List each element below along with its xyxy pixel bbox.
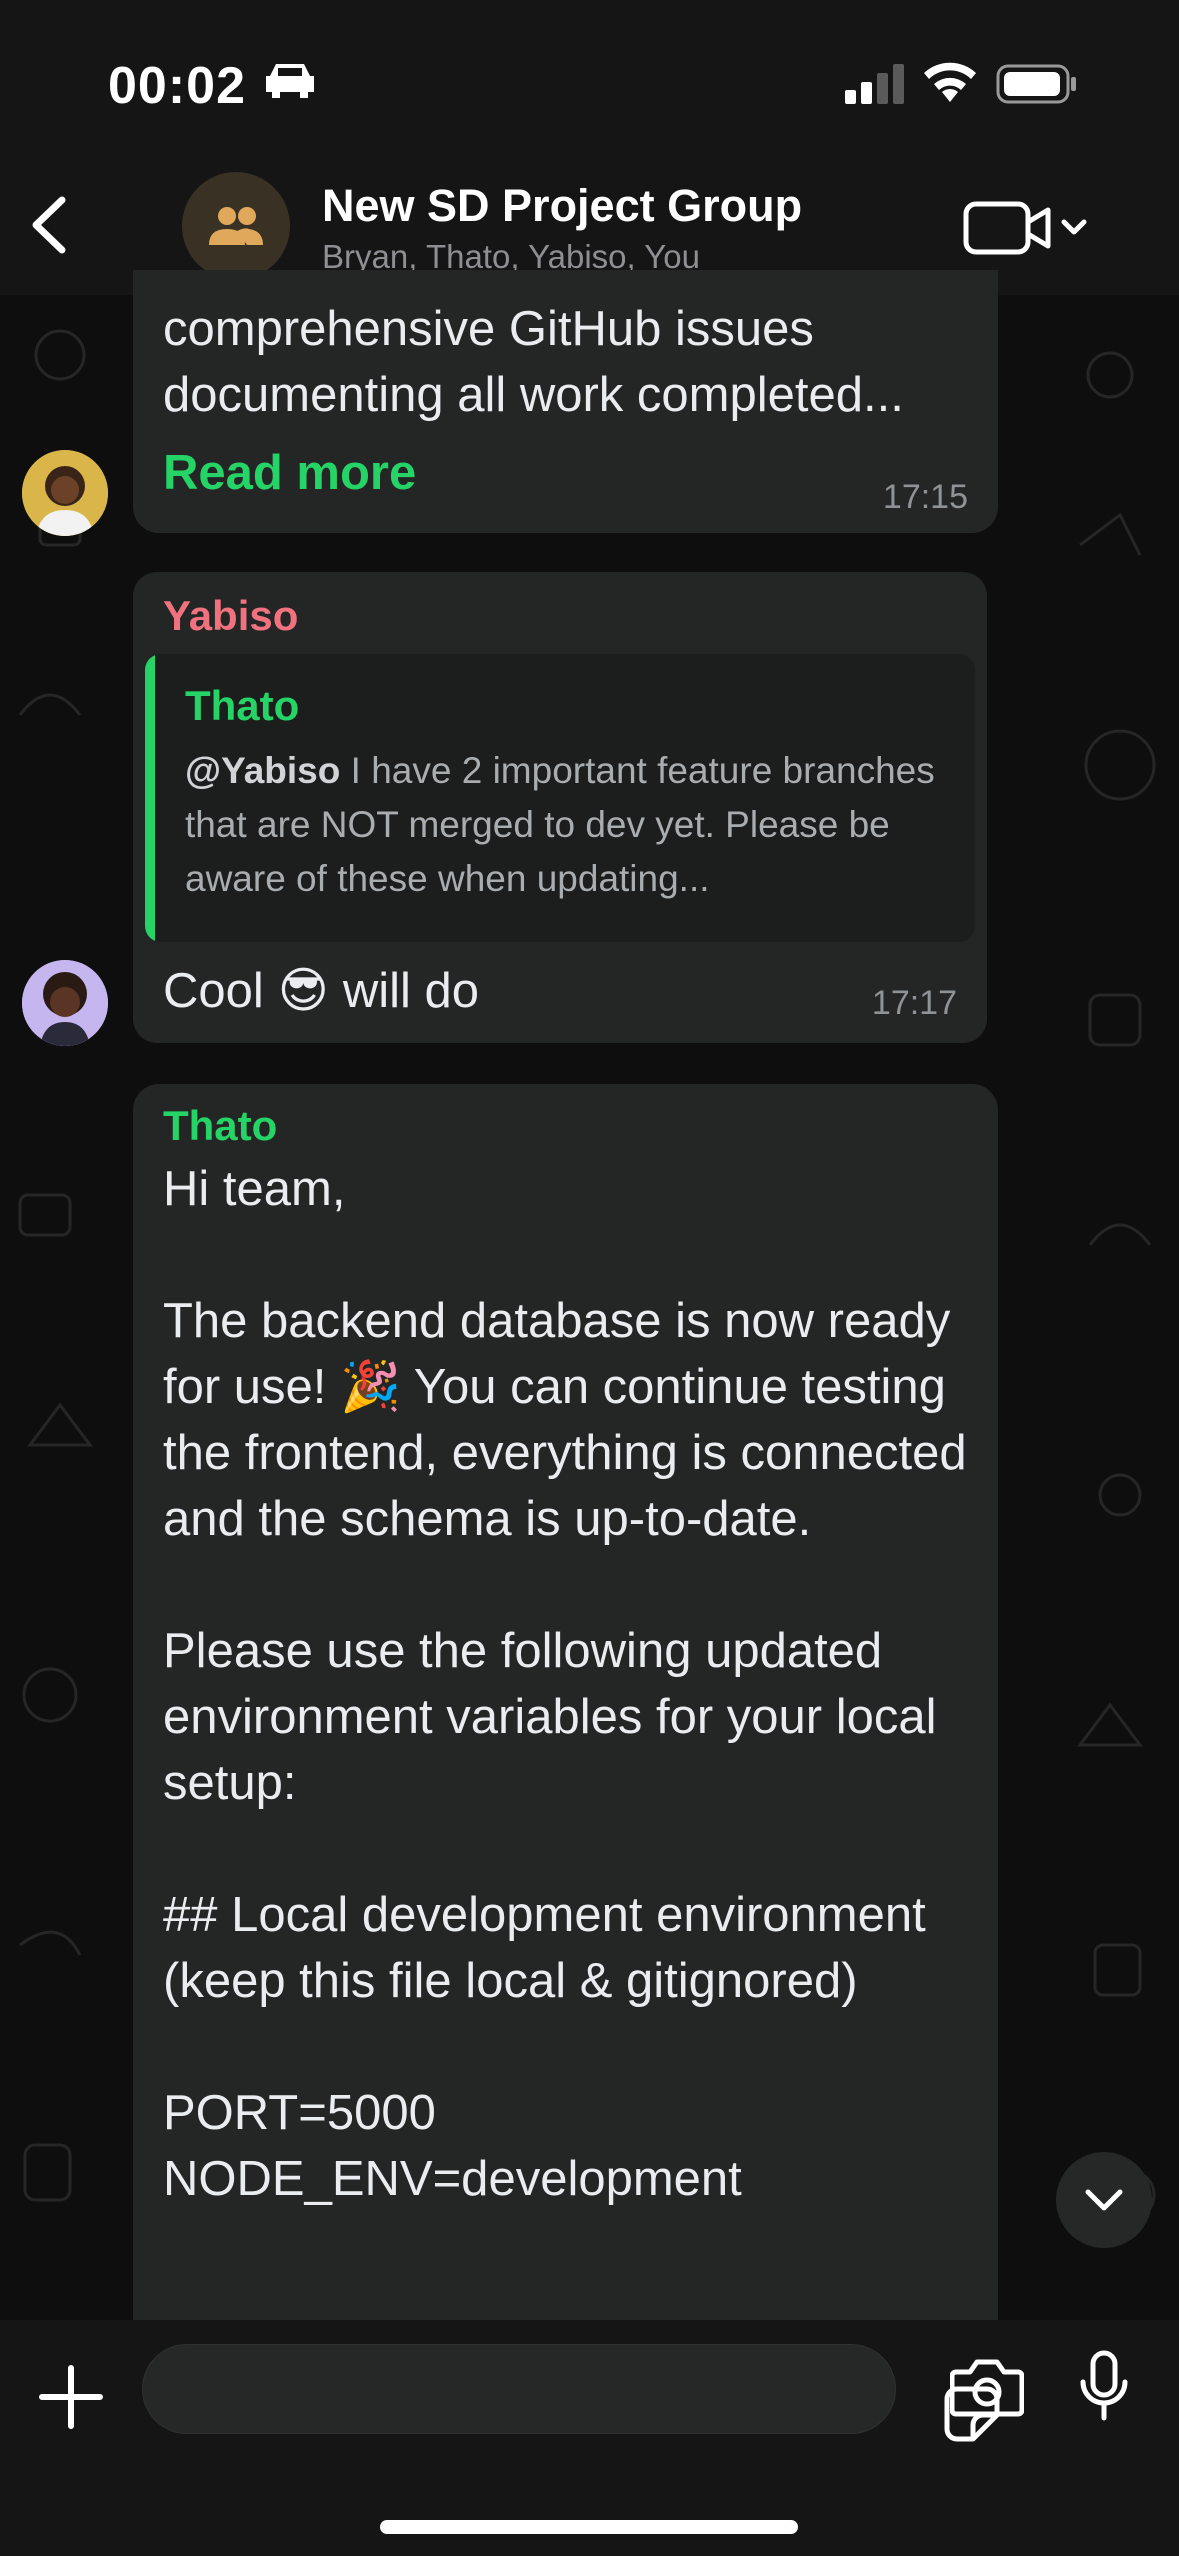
- avatar[interactable]: [22, 450, 108, 536]
- scroll-down-button[interactable]: [1056, 2152, 1152, 2248]
- sender-name: Yabiso: [163, 592, 299, 639]
- composer-bar: [0, 2320, 1179, 2556]
- message-line: [163, 1552, 993, 1618]
- message-body: Hi team, The backend database is now rea…: [163, 1156, 993, 2212]
- message-time: 17:15: [882, 478, 968, 516]
- message-input[interactable]: [173, 2363, 793, 2417]
- emoji: 😎: [277, 964, 329, 1018]
- message-text-before: Cool: [163, 963, 264, 1018]
- message-input-container[interactable]: [142, 2344, 1000, 2442]
- message-line: [163, 2014, 993, 2080]
- status-bar: 00:02: [0, 0, 1179, 150]
- message-time: 17:17: [871, 984, 957, 1022]
- message-line: PORT=5000: [163, 2086, 436, 2140]
- message-bubble[interactable]: comprehensive GitHub issues documenting …: [133, 270, 998, 533]
- back-icon[interactable]: [20, 190, 80, 260]
- group-avatar[interactable]: [182, 172, 290, 280]
- signal-icon: [845, 64, 904, 104]
- message-bubble[interactable]: Yabiso Thato @Yabiso I have 2 important …: [133, 572, 987, 1043]
- chevron-down-icon: [1061, 219, 1087, 235]
- quoted-sender: Thato: [185, 682, 300, 729]
- message-text-after: will do: [342, 963, 480, 1018]
- message-line: NODE_ENV=development: [163, 2152, 742, 2206]
- wifi-icon: [924, 62, 976, 102]
- avatar[interactable]: [22, 960, 108, 1046]
- chevron-down-icon: [1085, 2189, 1123, 2211]
- battery-icon: [996, 64, 1076, 104]
- message-line: Please use the following updated environ…: [163, 1624, 937, 1810]
- video-call-icon[interactable]: [962, 198, 1092, 258]
- message-text: Cool 😎 will do: [163, 962, 479, 1019]
- microphone-icon[interactable]: [1078, 2350, 1130, 2424]
- home-indicator: [380, 2520, 798, 2534]
- message-line: ## Local development environment (keep t…: [163, 1888, 926, 2008]
- sender-name: Thato: [163, 1102, 278, 1149]
- mention: @Yabiso: [185, 750, 341, 791]
- car-icon: [266, 64, 314, 98]
- group-title[interactable]: New SD Project Group: [322, 180, 802, 232]
- quote-bar: [145, 654, 155, 942]
- status-time: 00:02: [108, 57, 246, 115]
- group-icon: [209, 207, 263, 245]
- message-line: [163, 1816, 993, 1882]
- read-more-link[interactable]: Read more: [163, 445, 416, 501]
- message-line: The backend database is now ready for us…: [163, 1294, 967, 1546]
- quoted-text: @Yabiso I have 2 important feature branc…: [185, 744, 955, 906]
- plus-icon[interactable]: [36, 2362, 106, 2432]
- quoted-message[interactable]: Thato @Yabiso I have 2 important feature…: [145, 654, 975, 942]
- message-bubble[interactable]: Thato Hi team, The backend database is n…: [133, 1084, 998, 2344]
- message-line: [163, 1222, 993, 1288]
- camera-icon[interactable]: [950, 2356, 1024, 2418]
- message-text: comprehensive GitHub issues documenting …: [163, 302, 904, 422]
- message-line: Hi team,: [163, 1162, 346, 1216]
